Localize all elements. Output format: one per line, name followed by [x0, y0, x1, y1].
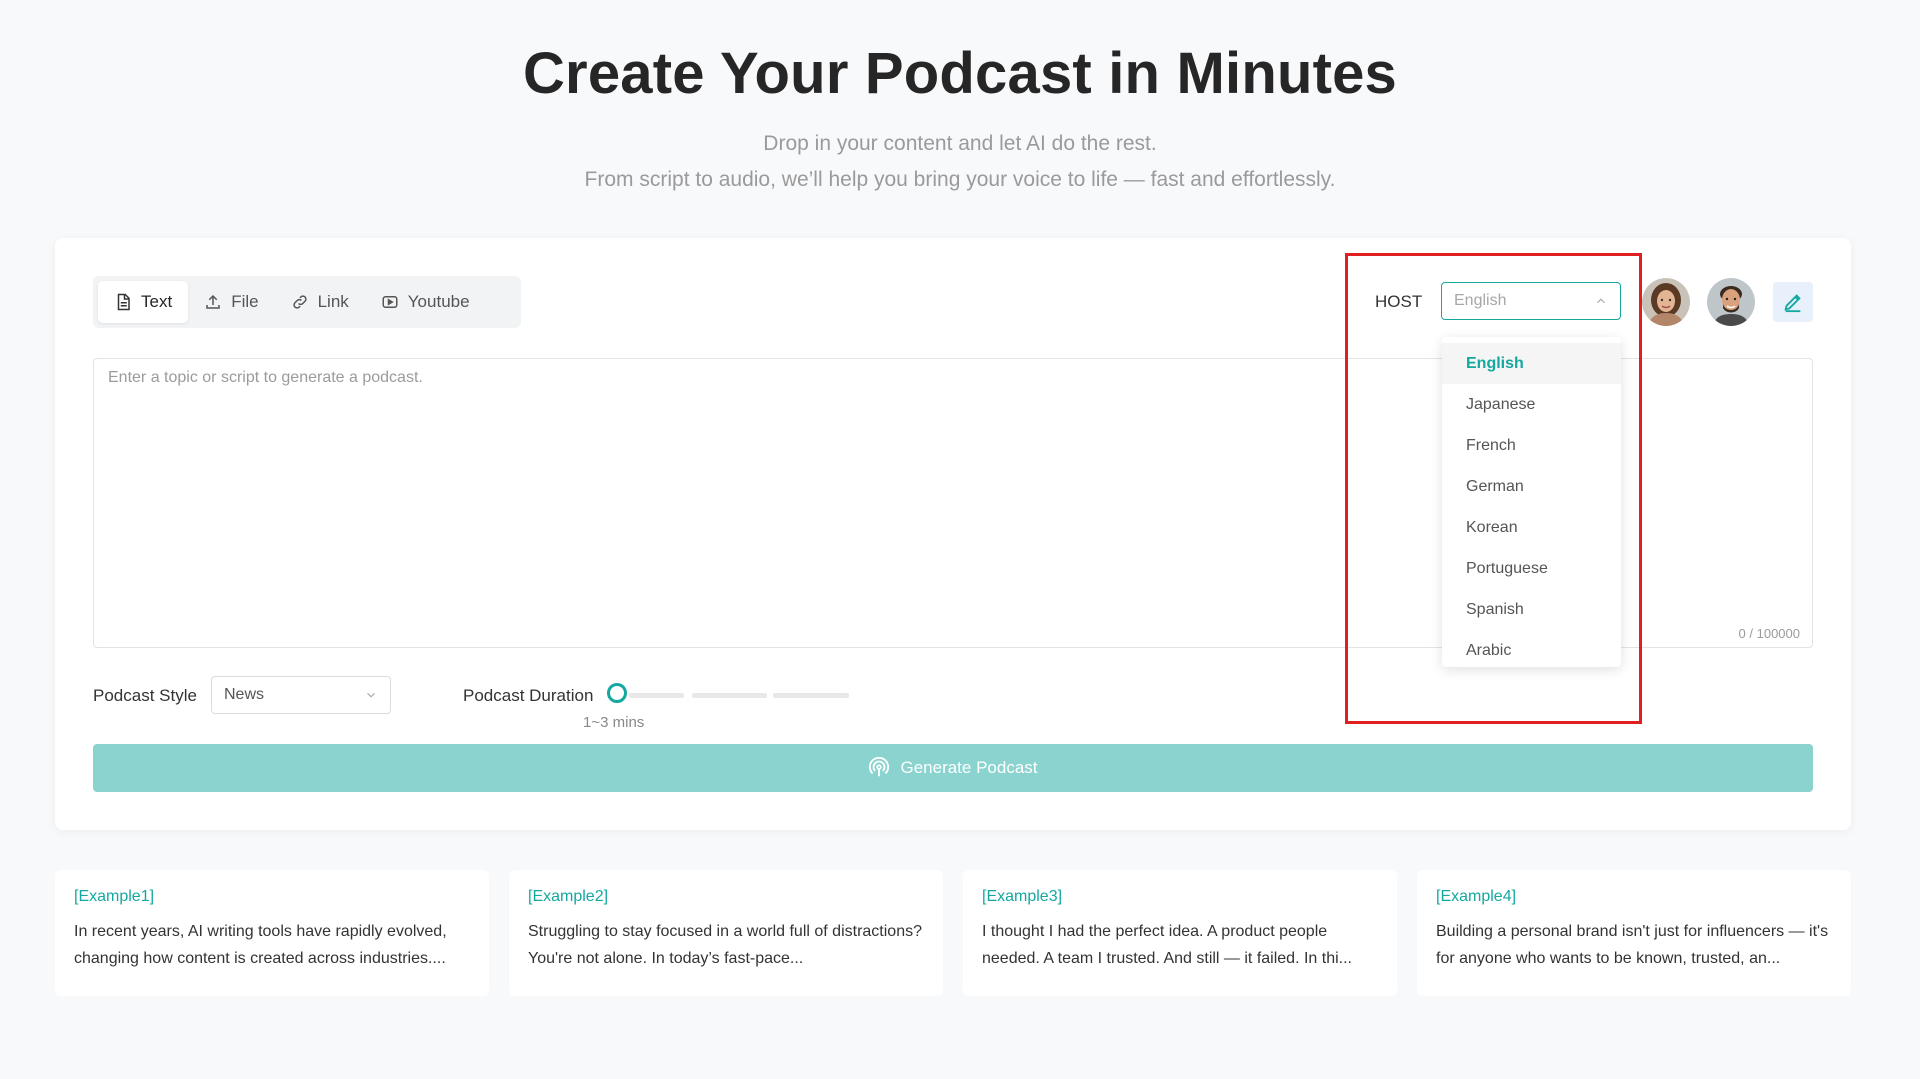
generate-podcast-label: Generate Podcast [900, 758, 1038, 777]
tab-link[interactable]: Link [275, 281, 365, 323]
slider-segment [692, 693, 767, 698]
tab-file[interactable]: File [188, 281, 274, 323]
youtube-icon [382, 296, 398, 308]
pencil-icon [1784, 294, 1801, 313]
podcast-style-label: Podcast Style [93, 686, 197, 705]
chevron-down-icon [367, 692, 375, 698]
example-card[interactable]: [Example3] I thought I had the perfect i… [963, 870, 1397, 996]
example-card[interactable]: [Example2] Struggling to stay focused in… [509, 870, 943, 996]
example-text: Struggling to stay focused in a world fu… [528, 923, 922, 967]
link-icon [292, 295, 307, 309]
example-tag: [Example3] [982, 888, 1063, 905]
slider-segment [629, 693, 684, 698]
input-source-tabs: Text File Link Youtube [93, 276, 521, 328]
tab-link-label: Link [317, 292, 349, 311]
tab-file-label: File [231, 292, 259, 311]
upload-icon [206, 294, 220, 309]
edit-hosts-button[interactable] [1773, 282, 1813, 322]
example-text: Building a personal brand isn't just for… [1436, 923, 1829, 967]
example-text: In recent years, AI writing tools have r… [74, 923, 447, 967]
tab-text[interactable]: Text [98, 281, 189, 323]
woman-avatar-icon [1642, 278, 1690, 326]
podcast-style-select[interactable]: News [211, 676, 391, 714]
tab-text-label: Text [141, 292, 173, 311]
example-card[interactable]: [Example4] Building a personal brand isn… [1417, 870, 1851, 996]
example-tag: [Example1] [74, 888, 155, 905]
document-icon [117, 293, 130, 311]
host-avatar-male[interactable] [1707, 278, 1755, 326]
page-title: Create Your Podcast in Minutes [522, 41, 1398, 106]
example-tag: [Example2] [528, 888, 609, 905]
script-placeholder: Enter a topic or script to generate a po… [108, 369, 423, 386]
subtitle-line-2: From script to audio, we’ll help you bri… [584, 168, 1336, 191]
podcast-duration-value: 1~3 mins [583, 714, 645, 731]
podcast-icon [869, 757, 890, 777]
podcast-duration-label: Podcast Duration [463, 686, 594, 705]
man-avatar-icon [1707, 278, 1755, 326]
slider-segment [773, 693, 849, 698]
highlight-annotation-box [1345, 253, 1642, 724]
tab-youtube-label: Youtube [407, 292, 470, 311]
host-avatar-female[interactable] [1642, 278, 1690, 326]
generate-podcast-button[interactable]: Generate Podcast [93, 744, 1813, 792]
slider-handle[interactable] [607, 683, 627, 703]
subtitle-line-1: Drop in your content and let AI do the r… [763, 132, 1157, 155]
example-text: I thought I had the perfect idea. A prod… [982, 923, 1352, 967]
podcast-duration-slider[interactable] [607, 683, 857, 707]
podcast-style-value: News [224, 686, 265, 703]
example-card[interactable]: [Example1] In recent years, AI writing t… [55, 870, 489, 996]
tab-youtube[interactable]: Youtube [365, 281, 486, 323]
character-counter: 0 / 100000 [1738, 626, 1800, 641]
example-tag: [Example4] [1436, 888, 1517, 905]
